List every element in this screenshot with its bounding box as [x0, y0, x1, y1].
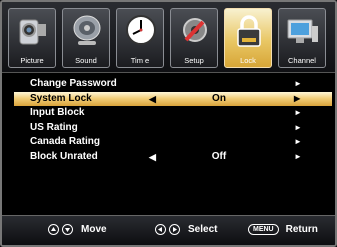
- hint-return: MENU Return: [248, 224, 318, 235]
- tab-sound[interactable]: Sound: [62, 8, 110, 68]
- camera-icon: [19, 19, 46, 45]
- menu-item-input-block[interactable]: Input Block ►: [14, 106, 332, 121]
- right-arrow-icon: [169, 224, 180, 235]
- tab-lock[interactable]: Lock: [224, 8, 272, 68]
- lock-menu-list: Change Password ► System Lock ◀ On ▶ Inp…: [14, 77, 332, 164]
- arrow-right-icon: ►: [294, 122, 302, 132]
- arrow-right-icon[interactable]: ▶: [294, 92, 300, 107]
- tab-channel[interactable]: Channel: [278, 8, 326, 68]
- hint-return-label: Return: [285, 224, 318, 235]
- tab-label: Channel: [288, 56, 316, 65]
- top-menu-bar: Picture Sound Tim e Setup Lock Channel: [2, 2, 335, 73]
- menu-item-block-unrated[interactable]: Block Unrated ◀ Off ►: [14, 150, 332, 165]
- arrow-right-icon: ►: [294, 137, 302, 146]
- menu-item-label: System Lock: [30, 92, 92, 104]
- tab-setup[interactable]: Setup: [170, 8, 218, 68]
- arrow-right-icon: ►: [294, 79, 302, 88]
- monitor-icon: [287, 19, 318, 43]
- clock-icon: [126, 15, 156, 45]
- wrench-icon: [183, 18, 207, 42]
- tab-picture[interactable]: Picture: [8, 8, 56, 68]
- hint-move: Move: [48, 224, 107, 235]
- hint-select: Select: [155, 224, 217, 235]
- menu-item-change-password[interactable]: Change Password ►: [14, 77, 332, 92]
- bottom-hint-bar: Move Select MENU Return: [2, 215, 335, 245]
- up-arrow-icon: [48, 224, 59, 235]
- tab-time[interactable]: Tim e: [116, 8, 164, 68]
- tab-label: Tim e: [130, 56, 150, 65]
- down-arrow-icon: [62, 224, 73, 235]
- tab-label: Setup: [184, 56, 204, 65]
- menu-item-value: Off: [211, 150, 227, 162]
- arrow-left-icon[interactable]: ◀: [149, 150, 156, 165]
- speaker-icon: [73, 15, 101, 45]
- menu-item-label: Input Block: [30, 107, 85, 118]
- menu-item-value: On: [212, 92, 226, 104]
- hint-select-label: Select: [188, 224, 218, 235]
- lock-icon: [237, 15, 261, 47]
- menu-item-us-rating[interactable]: US Rating ►: [14, 121, 332, 136]
- arrow-right-icon: ►: [294, 108, 302, 117]
- menu-item-label: US Rating: [30, 121, 78, 133]
- tv-osd-screen: Picture Sound Tim e Setup Lock Channel C…: [0, 0, 337, 247]
- tab-label: Picture: [20, 56, 44, 65]
- menu-key-icon: MENU: [248, 224, 279, 235]
- arrow-right-icon[interactable]: ►: [294, 150, 302, 165]
- tab-label: Lock: [240, 56, 256, 65]
- menu-item-label: Block Unrated: [30, 150, 98, 162]
- arrow-left-icon[interactable]: ◀: [149, 92, 156, 107]
- hint-move-label: Move: [81, 224, 107, 235]
- tab-label: Sound: [75, 56, 97, 65]
- menu-item-label: Canada Rating: [30, 136, 101, 147]
- left-arrow-icon: [155, 224, 166, 235]
- menu-item-system-lock[interactable]: System Lock ◀ On ▶: [14, 91, 332, 107]
- menu-item-canada-rating[interactable]: Canada Rating ►: [14, 135, 332, 150]
- menu-item-label: Change Password: [30, 78, 117, 89]
